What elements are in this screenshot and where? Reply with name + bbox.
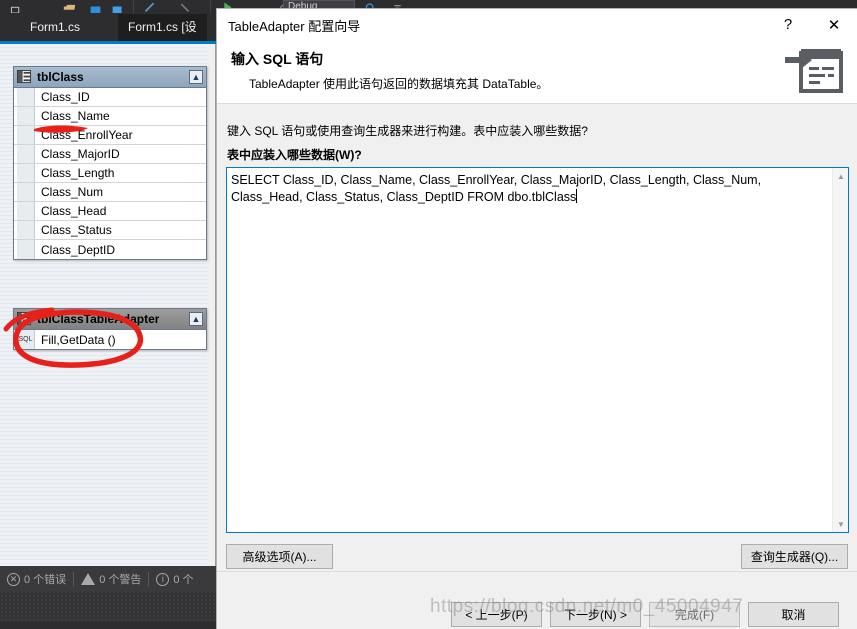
dialog-title-bar[interactable]: TableAdapter 配置向导 ? ✕ [217,9,857,40]
error-list-status-bar: ✕ 0 个错误 0 个警告 i 0 个 [0,566,216,592]
dialog-body: 键入 SQL 语句或使用查询生成器来进行构建。表中应装入哪些数据? 表中应装入哪… [217,104,857,571]
table-icon [17,70,32,84]
sql-vertical-scrollbar[interactable]: ▲ ▼ [832,168,848,532]
toolbar-separator [133,0,134,13]
table-field-row[interactable]: Class_ID [14,88,206,107]
warning-icon [81,573,96,585]
field-row-gutter [17,126,35,144]
table-adapter-card[interactable]: tblClassTableAdapter ▲ SQL Fill,GetData … [13,308,207,350]
dataset-table-card[interactable]: tblClass ▲ Class_ID Class_Name Class_Enrol… [13,66,207,260]
info-icon: i [156,572,170,586]
sql-input[interactable]: SELECT Class_ID, Class_Name, Class_Enrol… [226,167,849,533]
adapter-query-row[interactable]: SQL Fill,GetData () [14,330,206,349]
warning-count-item[interactable]: 0 个警告 [74,571,148,587]
table-field-row[interactable]: Class_MajorID [14,145,206,164]
ide-bottom-strip [0,622,216,629]
table-field-list: Class_ID Class_Name Class_EnrollYear Class_… [14,88,206,259]
new-file-icon[interactable] [8,0,23,13]
save-all-icon[interactable] [110,0,125,13]
close-icon[interactable]: ✕ [811,9,857,40]
adapter-card-header[interactable]: tblClassTableAdapter ▲ [14,309,206,330]
undo-icon[interactable] [142,0,157,13]
message-count-item[interactable]: i 0 个 [149,571,200,587]
table-field-label: Class_Name [41,109,110,123]
finish-button[interactable]: 完成(F) [649,602,740,627]
table-field-label: Class_Status [41,223,112,237]
table-field-row[interactable]: Class_Status [14,221,206,240]
table-field-row[interactable]: Class_DeptID [14,240,206,259]
field-row-gutter [17,240,35,259]
instruction-text: 键入 SQL 语句或使用查询生成器来进行构建。表中应装入哪些数据? [227,124,588,138]
message-count-label: 0 个 [173,574,194,586]
sql-gutter-label: SQL [17,330,35,349]
error-count-label: 0 个错误 [24,574,67,586]
field-row-gutter [17,202,35,220]
table-field-label: Class_Length [41,166,115,180]
table-field-label: Class_EnrollYear [41,128,133,142]
editor-tab-form1cs[interactable]: Form1.cs [20,14,90,41]
table-card-title: tblClass [37,70,84,84]
table-field-row[interactable]: Class_Name [14,107,206,126]
next-button[interactable]: 下一步(N) > [550,602,641,627]
designer-right-margin [207,44,215,566]
table-field-label: Class_MajorID [41,147,120,161]
sql-statement-icon [785,49,843,93]
dialog-header: 输入 SQL 语句 TableAdapter 使用此语句返回的数据填充其 Dat… [217,40,857,104]
help-button[interactable]: ? [765,9,811,40]
table-field-label: Class_Head [41,204,107,218]
warning-count-label: 0 个警告 [99,574,142,586]
open-folder-icon[interactable] [62,0,77,13]
error-icon: ✕ [7,572,20,586]
sql-text-value: SELECT Class_ID, Class_Name, Class_Enrol… [231,172,821,206]
page-title: 输入 SQL 语句 [231,51,324,67]
sql-field-label: 表中应装入哪些数据(W)? [227,148,362,162]
field-row-gutter [17,107,35,125]
tableadapter-configuration-wizard-dialog: TableAdapter 配置向导 ? ✕ 输入 SQL 语句 TableAda… [216,8,857,629]
advanced-options-button[interactable]: 高级选项(A)... [226,544,333,569]
field-row-gutter [17,164,35,182]
dialog-footer: < 上一步(P) 下一步(N) > 完成(F) 取消 [217,571,857,629]
table-field-row[interactable]: Class_Num [14,183,206,202]
adapter-query-label: Fill,GetData () [41,332,116,347]
table-field-label: Class_DeptID [41,242,116,257]
table-field-row[interactable]: Class_Length [14,164,206,183]
chevron-up-icon[interactable]: ▲ [189,312,203,326]
redo-icon[interactable] [177,0,192,13]
cancel-button[interactable]: 取消 [748,602,839,627]
dialog-title: TableAdapter 配置向导 [228,19,361,34]
save-icon[interactable] [88,0,103,13]
toolbar-separator-2 [210,0,211,13]
table-adapter-icon [17,312,32,326]
field-row-gutter [17,183,35,201]
previous-button[interactable]: < 上一步(P) [451,602,542,627]
table-field-label: Class_ID [41,90,90,104]
table-field-row[interactable]: Class_EnrollYear [14,126,206,145]
chevron-down-icon[interactable]: ▼ [833,516,848,532]
field-row-gutter [17,145,35,163]
page-subtitle: TableAdapter 使用此语句返回的数据填充其 DataTable。 [249,77,549,91]
error-count-item[interactable]: ✕ 0 个错误 [0,571,73,587]
chevron-up-icon[interactable]: ▲ [833,168,848,184]
table-card-header[interactable]: tblClass ▲ [14,67,206,88]
query-builder-button[interactable]: 查询生成器(Q)... [741,544,848,569]
editor-tab-form1cs-designer[interactable]: Form1.cs [设 [118,14,207,41]
adapter-card-title: tblClassTableAdapter [37,312,160,326]
text-caret [576,189,578,203]
table-field-label: Class_Num [41,185,104,199]
chevron-up-icon[interactable]: ▲ [189,70,203,84]
table-field-row[interactable]: Class_Head [14,202,206,221]
screenshot-root: Debug Form1.cs Form1.cs [设 tblClass ▲ Cl… [0,0,857,629]
field-row-gutter [17,221,35,239]
field-row-gutter [17,88,35,106]
sql-text-content: SELECT Class_ID, Class_Name, Class_Enrol… [231,173,765,204]
